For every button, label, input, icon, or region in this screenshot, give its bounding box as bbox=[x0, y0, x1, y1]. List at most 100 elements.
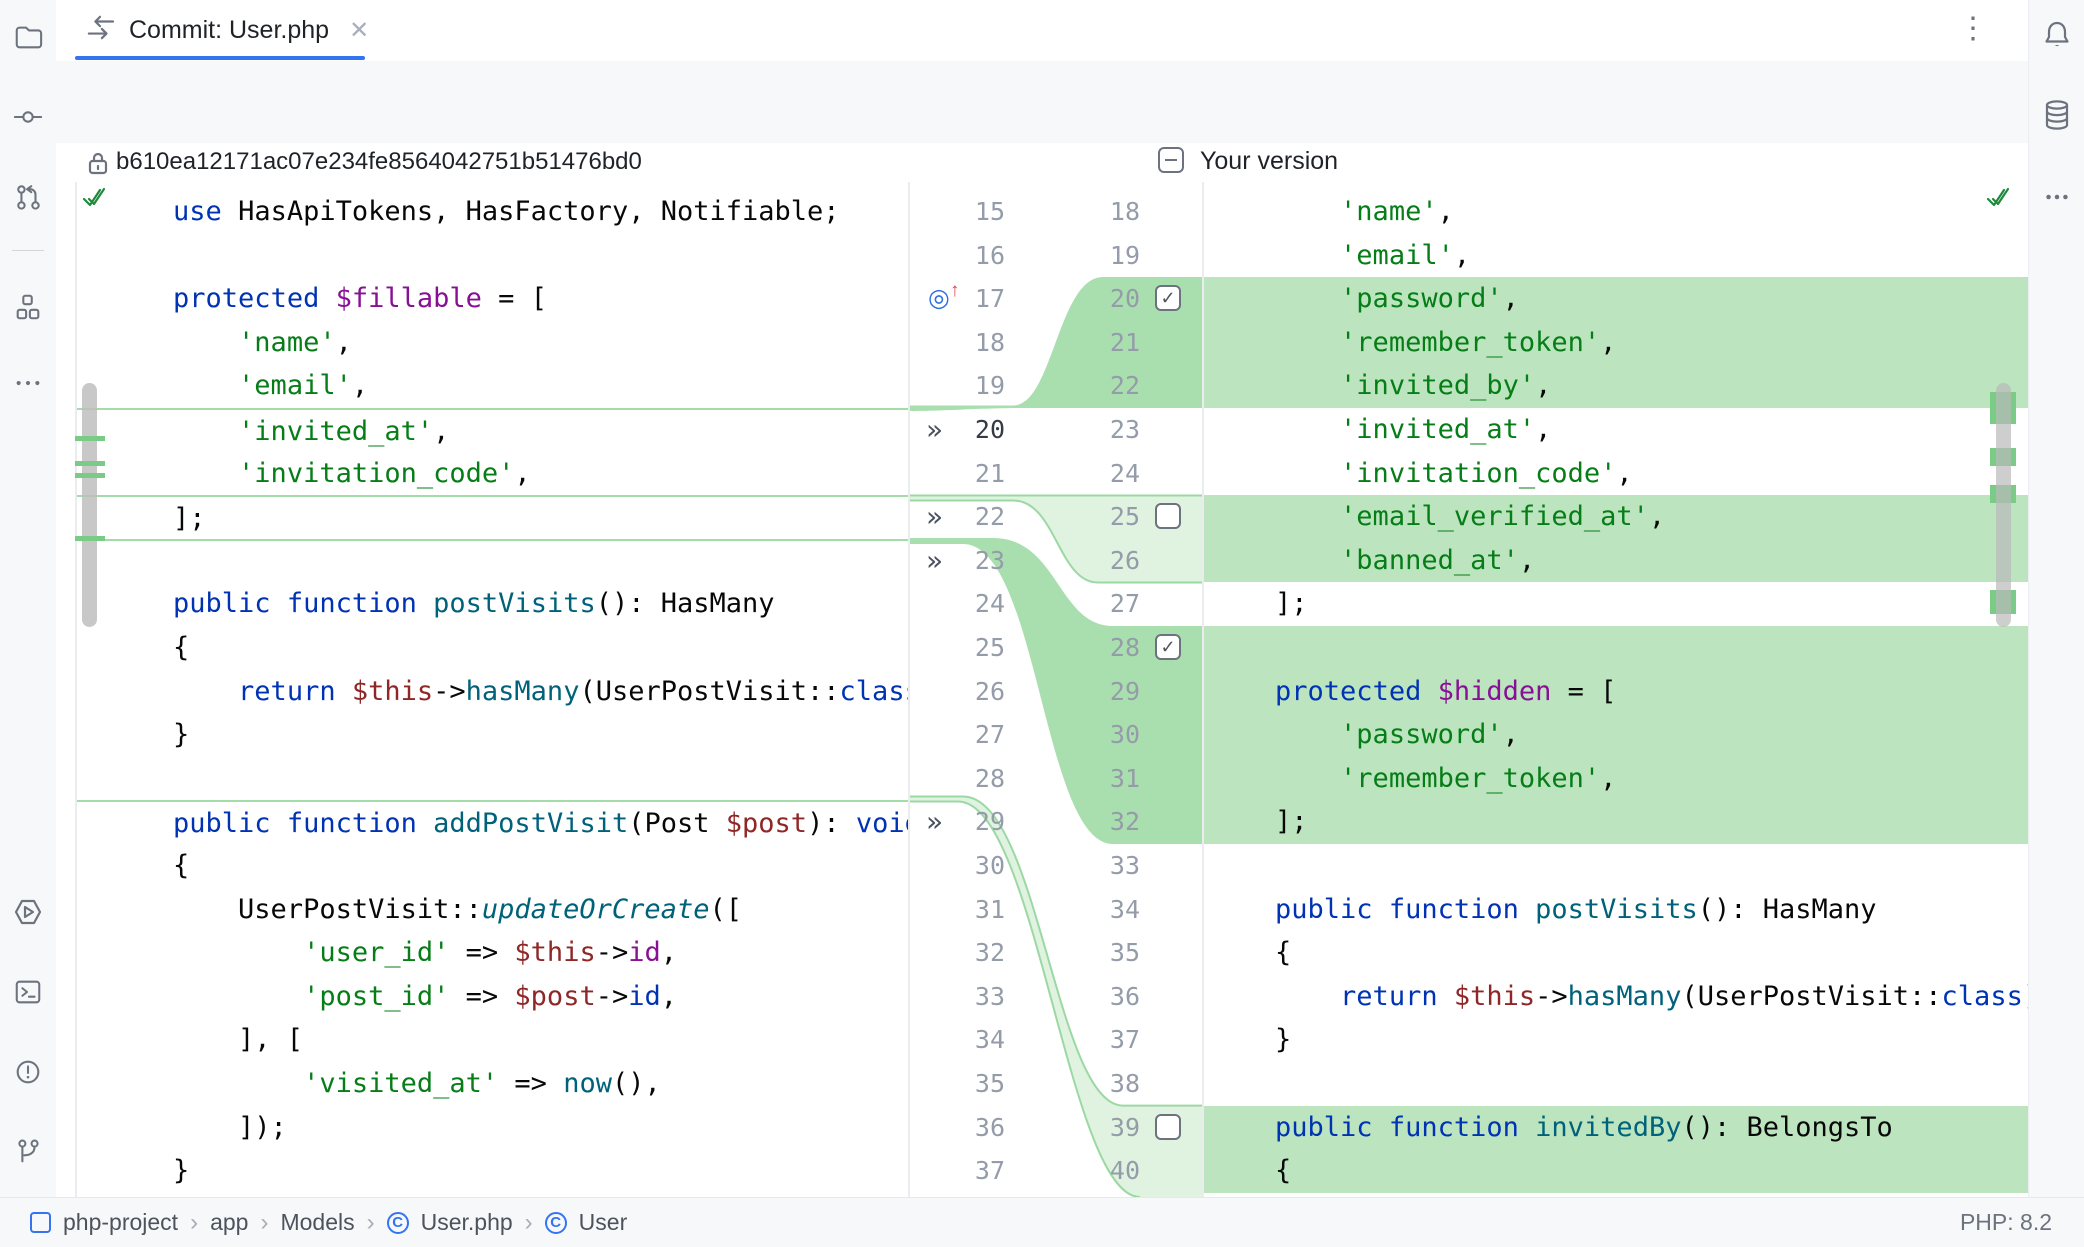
line-number-left: 27 bbox=[945, 713, 1005, 757]
code-line: public function postVisits(): HasMany bbox=[75, 582, 908, 626]
line-number-left: 24 bbox=[945, 582, 1005, 626]
line-number-left: 21 bbox=[945, 452, 1005, 496]
line-number-left: 35 bbox=[945, 1062, 1005, 1106]
change-checkbox-unchecked[interactable] bbox=[1155, 1114, 1181, 1140]
line-number-right: 36 bbox=[1080, 975, 1140, 1019]
left-editor-pane[interactable]: use HasApiTokens, HasFactory, Notifiable… bbox=[75, 182, 908, 1197]
status-bar: php-project › app › Models › C User.php … bbox=[0, 1197, 2084, 1247]
line-number-left: 28 bbox=[945, 757, 1005, 801]
right-editor-pane[interactable]: 'name', 'email', 'password', 'remember_t… bbox=[1202, 182, 2028, 1197]
left-scrollbar-change-mark bbox=[75, 461, 105, 466]
line-number-right: 27 bbox=[1080, 582, 1140, 626]
tab-title: Commit: User.php bbox=[129, 16, 329, 45]
kebab-menu-icon[interactable]: ⋮ bbox=[1958, 14, 1988, 44]
breadcrumb-php-project[interactable]: php-project bbox=[63, 1209, 178, 1236]
terminal-icon[interactable] bbox=[11, 975, 45, 1009]
right-scrollbar-thumb[interactable] bbox=[1996, 383, 2011, 627]
code-line bbox=[75, 757, 908, 801]
line-number-right: 31 bbox=[1080, 757, 1140, 801]
line-number-left: 37 bbox=[945, 1149, 1005, 1193]
active-tab-underline bbox=[75, 56, 365, 60]
chevron-marker-icon[interactable]: » bbox=[926, 408, 943, 452]
line-number-left: 22 bbox=[945, 495, 1005, 539]
code-line: ]); bbox=[75, 1106, 908, 1150]
breadcrumb-user-php[interactable]: User.php bbox=[421, 1209, 513, 1236]
database-icon[interactable] bbox=[2040, 98, 2074, 132]
line-number-right: 26 bbox=[1080, 539, 1140, 583]
code-line: 'password', bbox=[1202, 277, 2028, 321]
line-number-left: 20 bbox=[945, 408, 1005, 452]
change-checkbox-unchecked[interactable] bbox=[1155, 503, 1181, 529]
line-number-left: 31 bbox=[945, 888, 1005, 932]
chevron-marker-icon[interactable]: » bbox=[926, 800, 943, 844]
code-line: 'password', bbox=[1202, 713, 2028, 757]
left-scrollbar-thumb[interactable] bbox=[82, 383, 97, 627]
your-version-checkbox[interactable] bbox=[1158, 147, 1184, 173]
code-line: public function postVisits(): HasMany bbox=[1202, 888, 2028, 932]
code-line: { bbox=[75, 844, 908, 888]
tab-commit-user-php[interactable]: Commit: User.php ✕ bbox=[75, 0, 379, 60]
notifications-bell-icon[interactable] bbox=[2040, 18, 2074, 52]
line-number-right: 32 bbox=[1080, 800, 1140, 844]
commit-icon[interactable] bbox=[11, 100, 45, 134]
code-line bbox=[1202, 1062, 2028, 1106]
code-line: 'banned_at', bbox=[1202, 539, 2028, 583]
line-number-left: 18 bbox=[945, 321, 1005, 365]
chevron-marker-icon[interactable]: » bbox=[926, 539, 943, 583]
left-revision-hash: b610ea12171ac07e234fe8564042751b51476bd0 bbox=[116, 148, 642, 176]
right-version-label: Your version bbox=[1200, 147, 1338, 176]
breadcrumb-user-class[interactable]: User bbox=[579, 1209, 628, 1236]
project-folder-icon[interactable] bbox=[11, 20, 45, 54]
code-line: public function invitedBy(): BelongsTo bbox=[1202, 1106, 2028, 1150]
line-number-right: 20 bbox=[1080, 277, 1140, 321]
line-number-right: 23 bbox=[1080, 408, 1140, 452]
code-line: public function addPostVisit(Post $post)… bbox=[75, 800, 908, 844]
line-number-right: 35 bbox=[1080, 931, 1140, 975]
code-line: return $this->hasMany(UserPostVisit::cla… bbox=[75, 670, 908, 714]
strip-divider bbox=[12, 250, 44, 251]
left-tool-strip bbox=[0, 0, 57, 1197]
project-icon bbox=[30, 1212, 51, 1233]
change-checkbox-checked[interactable]: ✓ bbox=[1155, 285, 1181, 311]
line-number-right: 24 bbox=[1080, 452, 1140, 496]
hide-gutter-icons-icon[interactable] bbox=[2040, 180, 2074, 214]
code-line: 'remember_token', bbox=[1202, 757, 2028, 801]
close-tab-icon[interactable]: ✕ bbox=[349, 16, 369, 45]
code-line: return $this->hasMany(UserPostVisit::cla… bbox=[1202, 975, 2028, 1019]
breadcrumb-models[interactable]: Models bbox=[280, 1209, 354, 1236]
pull-requests-icon[interactable] bbox=[11, 180, 45, 214]
line-number-right: 18 bbox=[1080, 190, 1140, 234]
line-number-right: 37 bbox=[1080, 1018, 1140, 1062]
code-line: 'invitation_code', bbox=[75, 452, 908, 496]
code-line: } bbox=[75, 713, 908, 757]
chevron-marker-icon[interactable]: » bbox=[926, 495, 943, 539]
breadcrumb: php-project › app › Models › C User.php … bbox=[0, 1209, 627, 1237]
problems-icon[interactable] bbox=[11, 1055, 45, 1089]
line-number-right: 34 bbox=[1080, 888, 1140, 932]
structure-icon[interactable] bbox=[11, 290, 45, 324]
code-line: 'invitation_code', bbox=[1202, 452, 2028, 496]
line-number-left: 25 bbox=[945, 626, 1005, 670]
code-line bbox=[1202, 844, 2028, 888]
breadcrumb-app[interactable]: app bbox=[210, 1209, 248, 1236]
left-scrollbar-change-mark bbox=[75, 473, 105, 478]
change-checkbox-checked[interactable]: ✓ bbox=[1155, 634, 1181, 660]
code-line: ]; bbox=[75, 495, 908, 539]
code-line: protected $hidden = [ bbox=[1202, 670, 2028, 714]
code-line: 'user_id' => $this->id, bbox=[75, 931, 908, 975]
code-line: { bbox=[1202, 931, 2028, 975]
more-tool-windows-icon[interactable] bbox=[11, 366, 45, 400]
code-line: 'visited_at' => now(), bbox=[75, 1062, 908, 1106]
services-run-icon[interactable] bbox=[11, 895, 45, 929]
git-branch-icon[interactable] bbox=[11, 1135, 45, 1169]
editor-tab-bar: Commit: User.php ✕ ⋮ bbox=[56, 0, 2028, 62]
line-number-right: 25 bbox=[1080, 495, 1140, 539]
line-number-right: 39 bbox=[1080, 1106, 1140, 1150]
diff-toolbar: ↑ ↓ ✎ ← → Side-by-side viewer Do not ign… bbox=[56, 61, 2028, 143]
chevron-right-icon: › bbox=[525, 1209, 533, 1237]
code-line: { bbox=[75, 626, 908, 670]
code-line: { bbox=[1202, 1149, 2028, 1193]
minus-icon bbox=[1165, 159, 1177, 162]
php-version-widget[interactable]: PHP: 8.2 bbox=[1960, 1209, 2052, 1236]
line-number-left: 34 bbox=[945, 1018, 1005, 1062]
